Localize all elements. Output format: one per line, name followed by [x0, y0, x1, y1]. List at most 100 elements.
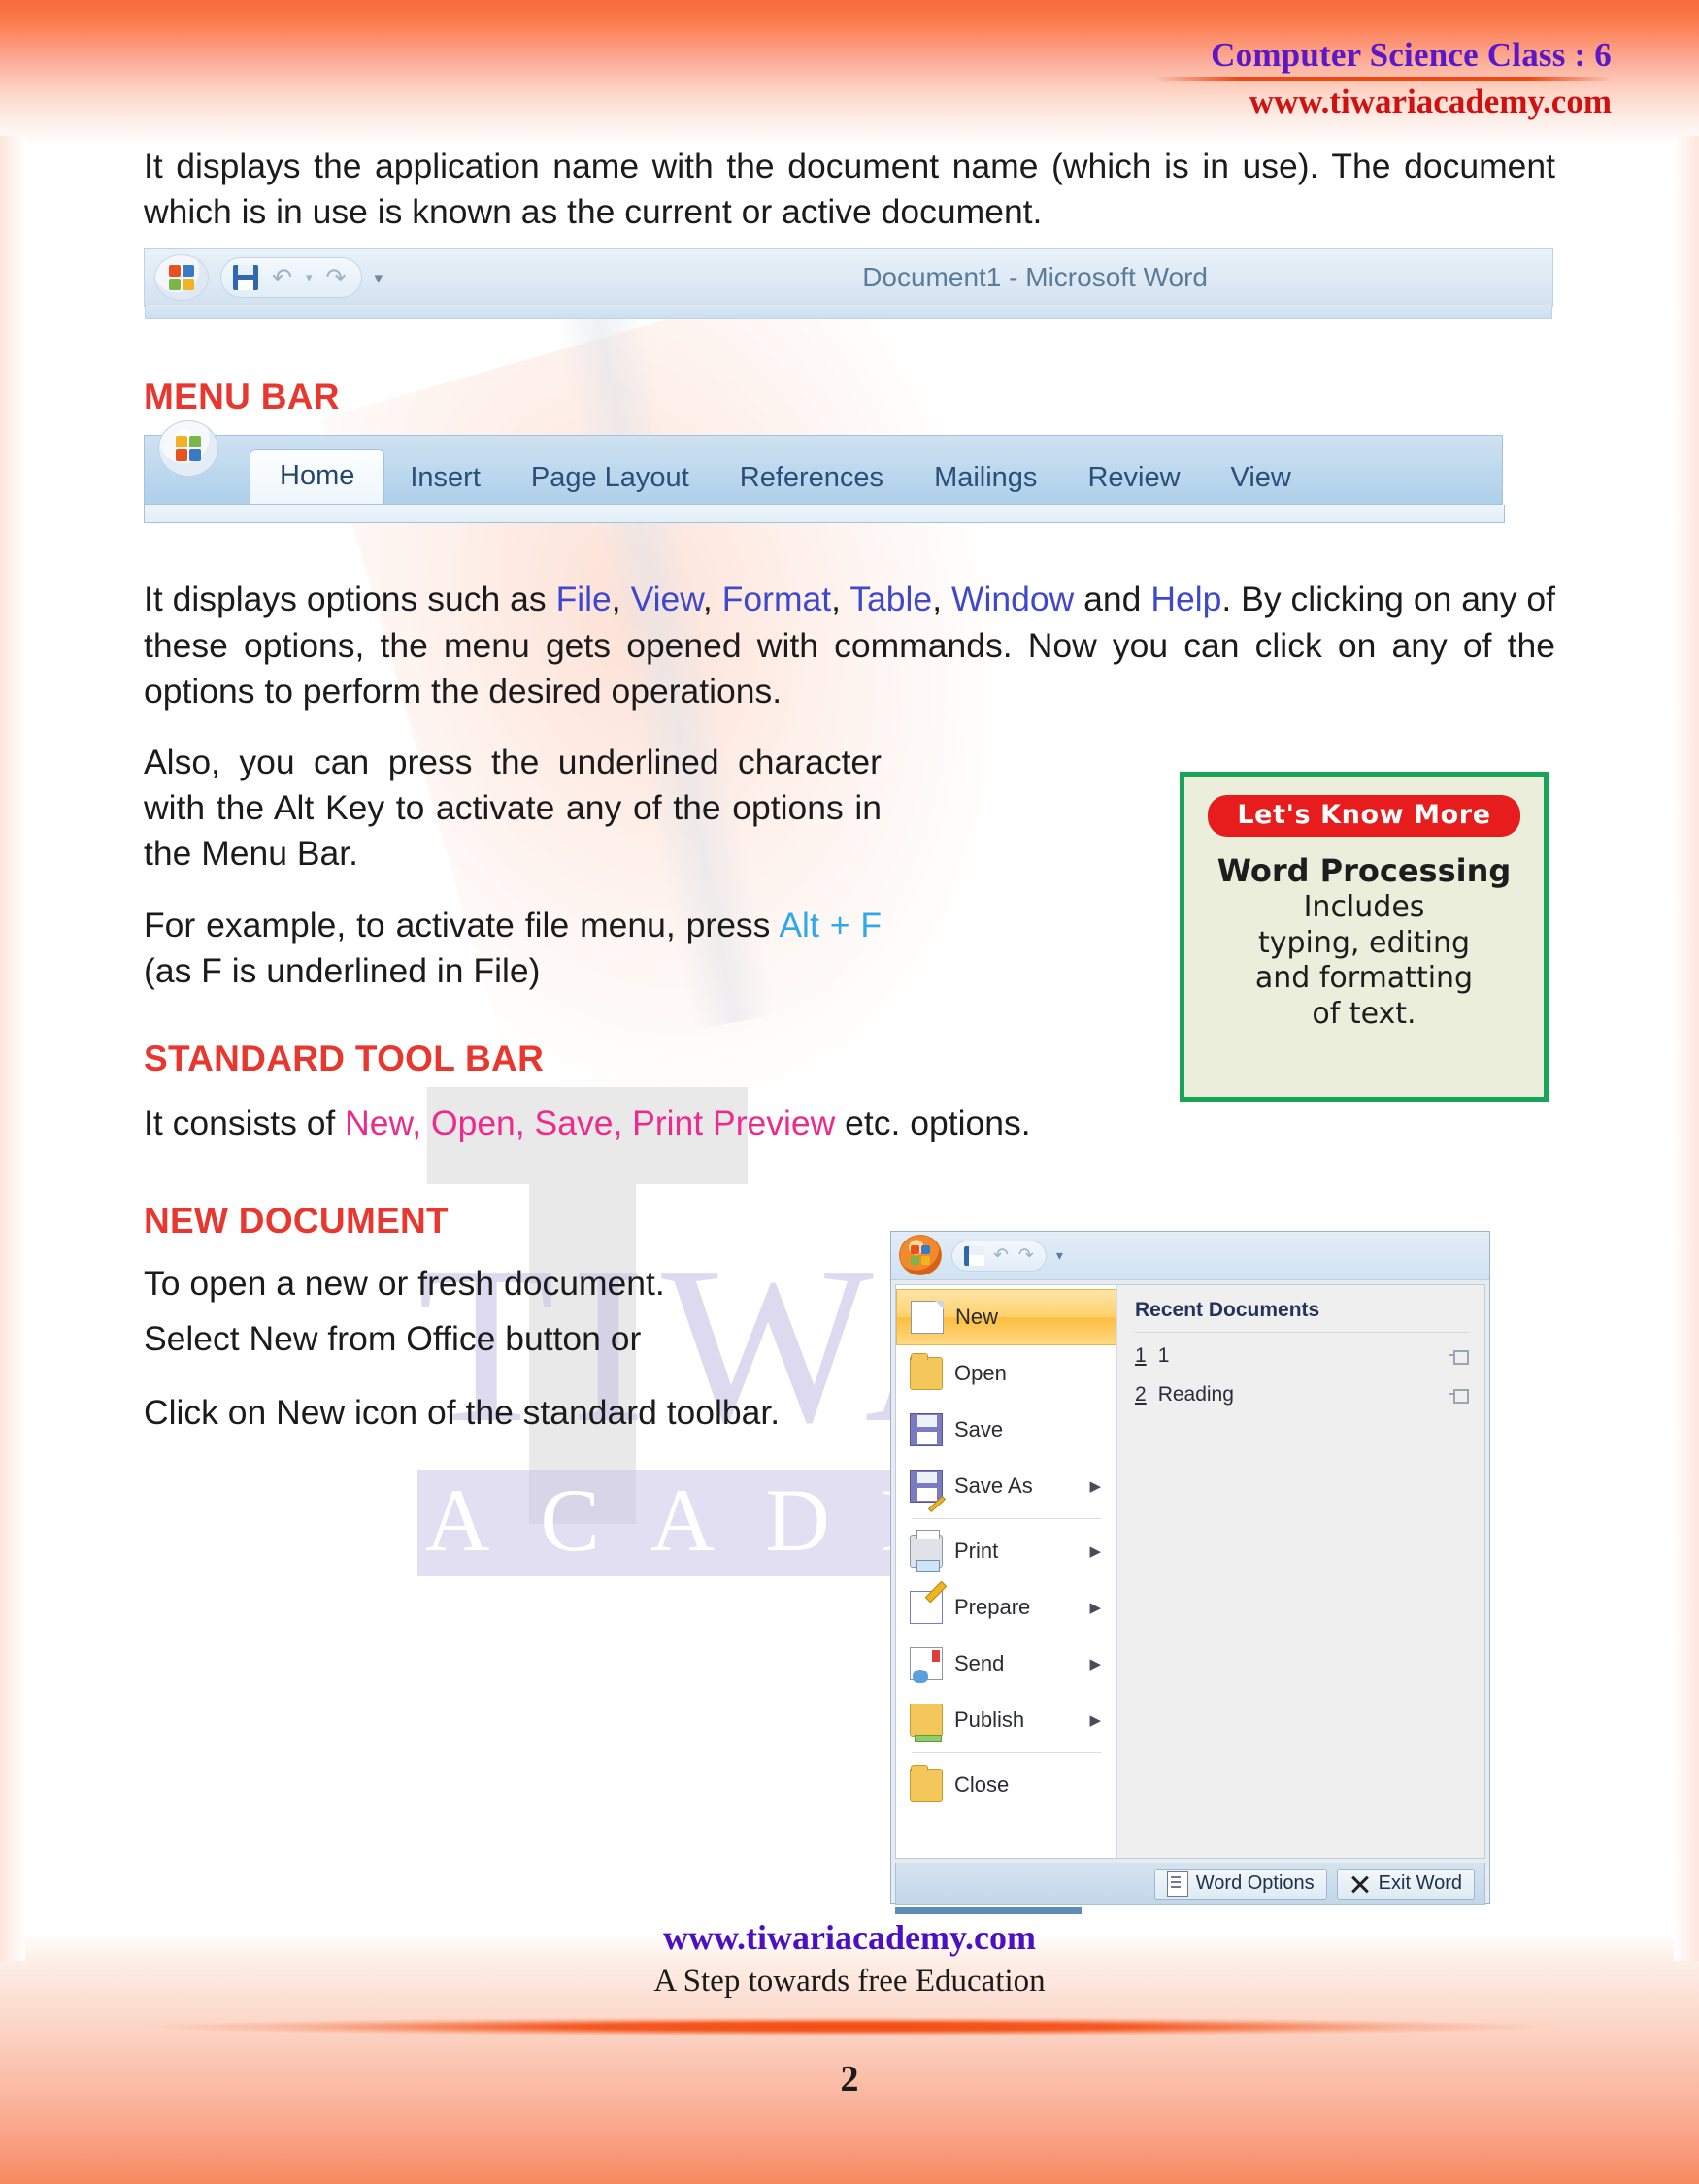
office-button-icon[interactable] [154, 254, 209, 302]
page-footer: www.tiwariacademy.com A Step towards fre… [0, 1917, 1699, 2184]
footer-website-url[interactable]: www.tiwariacademy.com [0, 1917, 1699, 1958]
prepare-document-icon [910, 1591, 943, 1624]
new-document-icon [911, 1301, 944, 1334]
office-menu-item-publish[interactable]: Publish ▶ [896, 1692, 1116, 1748]
office-menu-titlebar: ↶ ↷ ▾ [891, 1232, 1489, 1280]
menu-option-table: Table [850, 579, 933, 619]
recent-document-row-1[interactable]: 1 1 [1135, 1344, 1469, 1368]
chevron-right-icon-send: ▶ [1089, 1656, 1101, 1672]
office-menu-item-save[interactable]: Save [896, 1402, 1116, 1458]
send-envelope-icon [910, 1647, 943, 1683]
chevron-right-icon-publish: ▶ [1089, 1712, 1101, 1729]
ribbon-tab-mailings[interactable]: Mailings [909, 454, 1062, 504]
chevron-right-icon-print: ▶ [1089, 1543, 1101, 1560]
pin-icon-1[interactable] [1449, 1348, 1469, 1365]
ribbon-office-button-icon[interactable] [158, 420, 218, 478]
undo-dropdown-icon[interactable]: ▾ [306, 270, 313, 285]
new-document-line-2: Select New from Office button or [144, 1319, 642, 1359]
menu-options-lead: It displays options such as [144, 579, 556, 619]
ribbon-figure-wrapper: Home Insert Page Layout References Maili… [144, 420, 1555, 524]
header-course-title: Computer Science Class : 6 [1211, 36, 1612, 74]
word-ribbon-figure: Home Insert Page Layout References Maili… [144, 420, 1503, 506]
alt-f-lead: For example, to activate file menu, pres… [144, 905, 780, 944]
page-header: Computer Science Class : 6 www.tiwariaca… [0, 37, 1699, 120]
office-menu-redo-icon[interactable]: ↷ [1018, 1246, 1034, 1265]
ribbon-tab-list: Home Insert Page Layout References Maili… [250, 449, 1316, 505]
lets-know-more-badge: Let's Know More [1208, 795, 1520, 837]
menu-option-window: Window [950, 579, 1075, 619]
office-menu-label-publish: Publish [954, 1707, 1025, 1732]
office-menu-separator-1 [912, 1518, 1101, 1519]
ribbon-tab-view[interactable]: View [1206, 454, 1316, 504]
toolbar-item-list: New, Open, Save, Print Preview [345, 1104, 836, 1143]
office-menu-body: New Open Save Save As ▶ Print ▶ Prepare … [895, 1284, 1485, 1859]
right-page-edge [1674, 136, 1699, 1961]
word-options-label: Word Options [1195, 1872, 1315, 1894]
intro-paragraph: It displays the application name with th… [144, 147, 1555, 232]
know-more-line-4: and formatting [1254, 961, 1474, 996]
exit-word-label: Exit Word [1378, 1872, 1462, 1894]
ribbon-tab-insert[interactable]: Insert [384, 454, 506, 504]
undo-icon[interactable]: ↶ [272, 265, 292, 290]
menu-option-format: Format [721, 579, 832, 619]
toolbar-lead: It consists of [144, 1104, 346, 1143]
header-website-url: www.tiwariacademy.com [1249, 82, 1612, 120]
know-more-line-3: typing, editing [1257, 925, 1470, 960]
floppy-disk-icon [910, 1413, 943, 1446]
office-menu-label-save: Save [954, 1417, 1004, 1441]
exit-word-button[interactable]: Exit Word [1336, 1868, 1475, 1900]
office-menu-save-icon[interactable] [964, 1245, 984, 1266]
office-menu-item-new[interactable]: New [896, 1289, 1116, 1345]
ribbon-tab-references[interactable]: References [715, 454, 909, 504]
office-menu-item-print[interactable]: Print ▶ [896, 1523, 1116, 1579]
ribbon-tab-review[interactable]: Review [1062, 454, 1205, 504]
pin-icon-2[interactable] [1449, 1387, 1469, 1404]
alt-f-tail: (as F is underlined in File) [144, 950, 541, 990]
save-as-icon [910, 1470, 947, 1513]
standard-toolbar-paragraph: It consists of New, Open, Save, Print Pr… [144, 1101, 1555, 1146]
close-icon [1349, 1873, 1371, 1895]
close-folder-icon [910, 1765, 943, 1802]
ribbon-tab-home[interactable]: Home [250, 449, 385, 505]
menu-option-view: View [630, 579, 703, 619]
recent-document-row-2[interactable]: 2 Reading [1135, 1383, 1469, 1406]
word-titlebar-figure: ↶ ▾ ↷ ▾ Document1 - Microsoft Word [144, 248, 1553, 320]
menu-option-file: File [555, 579, 612, 619]
menu-options-paragraph: It displays options such as File, View, … [144, 579, 1556, 711]
new-document-line-1: To open a new or fresh document. [144, 1264, 665, 1304]
office-menu-command-list: New Open Save Save As ▶ Print ▶ Prepare … [896, 1285, 1117, 1858]
lets-know-more-box: Let's Know More Word Processing Includes… [1180, 772, 1549, 1102]
publish-folder-icon [910, 1704, 943, 1742]
header-divider-rule [1155, 76, 1612, 81]
word-options-icon [1166, 1870, 1188, 1897]
word-options-button[interactable]: Word Options [1153, 1868, 1327, 1900]
open-folder-icon [910, 1353, 943, 1390]
office-menu-undo-icon[interactable]: ↶ [993, 1246, 1009, 1265]
chevron-right-icon-prepare: ▶ [1089, 1600, 1101, 1616]
recent-doc-number-2: 2 [1135, 1383, 1147, 1406]
office-menu-footer: Word Options Exit Word [895, 1863, 1485, 1905]
redo-icon[interactable]: ↷ [325, 265, 346, 290]
office-menu-customize-icon[interactable]: ▾ [1056, 1247, 1063, 1264]
office-menu-quick-access-toolbar: ↶ ↷ [951, 1240, 1047, 1272]
recent-documents-divider [1135, 1332, 1469, 1333]
office-menu-button-icon[interactable] [899, 1235, 942, 1275]
toolbar-tail: etc. options. [835, 1104, 1031, 1143]
office-menu-label-print: Print [954, 1539, 999, 1563]
save-icon[interactable] [233, 265, 258, 291]
office-menu-scrollbar[interactable] [895, 1907, 1485, 1915]
know-more-line-1: Word Processing [1216, 852, 1512, 889]
customize-toolbar-icon[interactable]: ▾ [374, 270, 383, 286]
office-menu-item-prepare[interactable]: Prepare ▶ [896, 1579, 1116, 1636]
recent-documents-panel: Recent Documents 1 1 2 Reading [1117, 1285, 1484, 1858]
menu-option-help: Help [1150, 579, 1222, 619]
office-menu-item-open[interactable]: Open [896, 1345, 1116, 1402]
office-menu-label-prepare: Prepare [954, 1595, 1031, 1619]
recent-doc-name-2: Reading [1157, 1383, 1234, 1406]
office-menu-item-close[interactable]: Close [896, 1757, 1116, 1813]
office-menu-item-save-as[interactable]: Save As ▶ [896, 1458, 1116, 1514]
menu-options-mid: and [1074, 579, 1151, 619]
office-menu-label-close: Close [954, 1772, 1010, 1797]
ribbon-tab-page-layout[interactable]: Page Layout [506, 454, 715, 504]
office-menu-item-send[interactable]: Send ▶ [896, 1636, 1116, 1692]
